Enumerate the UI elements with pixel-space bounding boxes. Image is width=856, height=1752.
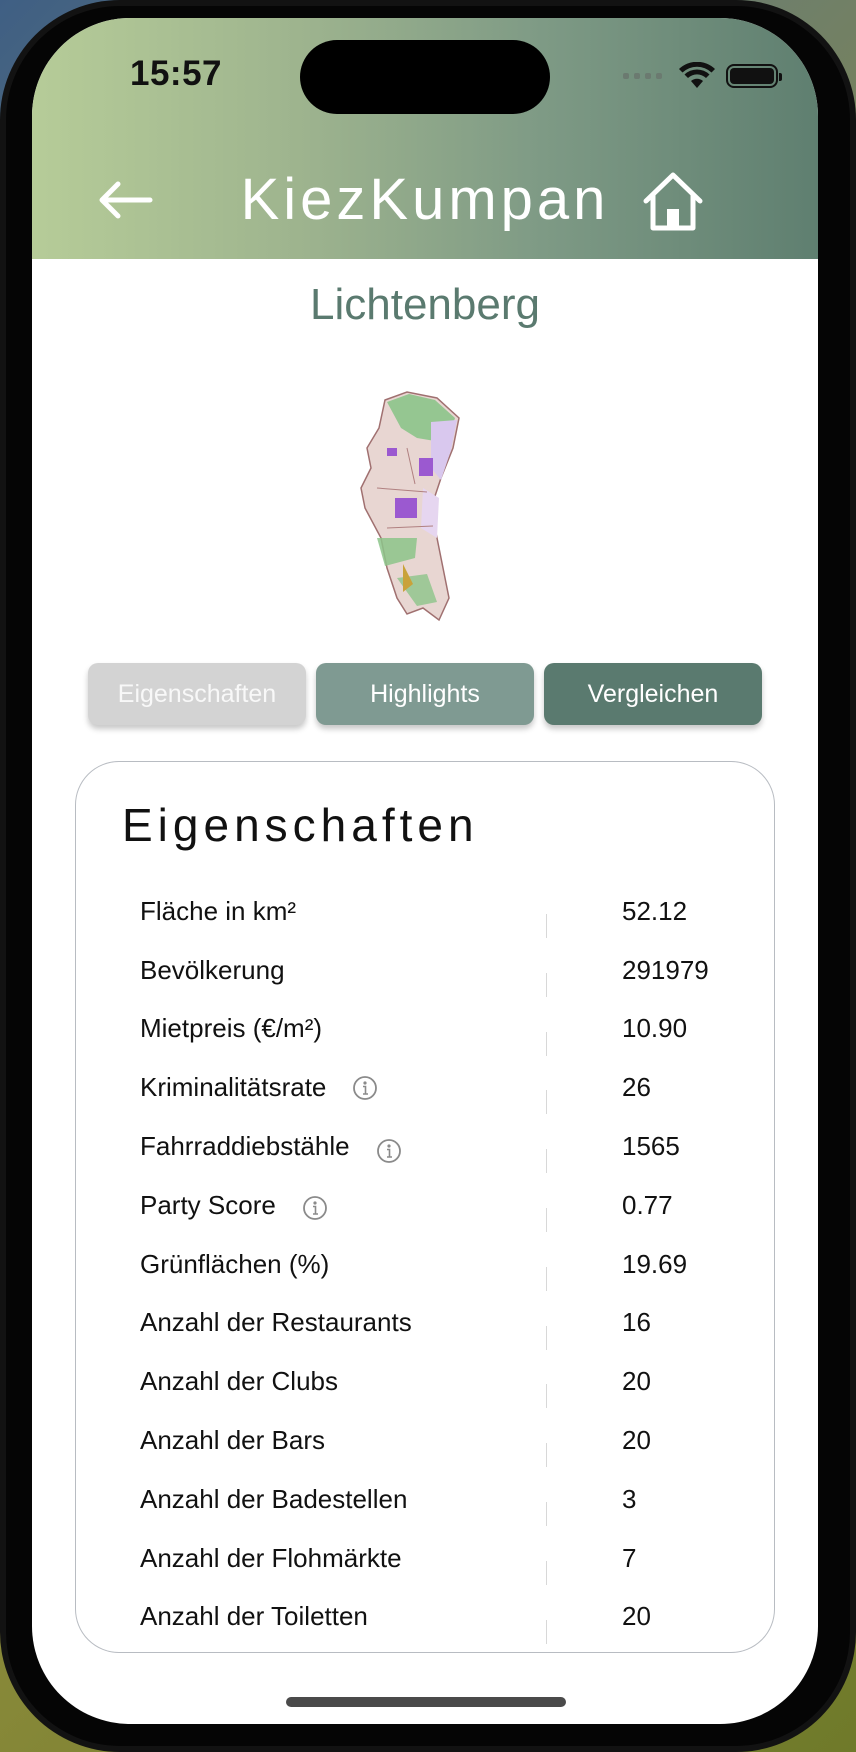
column-divider (546, 914, 547, 938)
wifi-icon (679, 62, 715, 88)
table-row: Bevölkerung 291979 (76, 941, 774, 1000)
row-value: 16 (622, 1307, 651, 1338)
tab-eigenschaften[interactable]: Eigenschaften (88, 663, 306, 725)
properties-title: Eigenschaften (122, 799, 479, 851)
app-header: 15:57 KiezKumpan (32, 18, 818, 259)
table-row: Anzahl der Clubs 20 (76, 1352, 774, 1411)
properties-table: Fläche in km² 52.12 Bevölkerung 291979 M… (76, 882, 774, 1646)
home-indicator[interactable] (286, 1697, 566, 1707)
table-row: Anzahl der Badestellen 3 (76, 1470, 774, 1529)
column-divider (546, 1031, 547, 1056)
row-label: Anzahl der Restaurants (140, 1307, 412, 1338)
district-map-image (360, 391, 460, 622)
table-row: Anzahl der Restaurants 16 (76, 1294, 774, 1353)
column-divider (546, 972, 547, 997)
row-label: Fläche in km² (140, 895, 297, 926)
status-time: 15:57 (130, 54, 223, 93)
table-row: Party Score 0.77 (76, 1176, 774, 1235)
table-row: Anzahl der Flohmärkte 7 (76, 1529, 774, 1588)
battery-icon (726, 64, 782, 88)
table-row: Fahrraddiebstähle 1565 (76, 1117, 774, 1176)
table-row: Anzahl der Bars 20 (76, 1411, 774, 1470)
row-label: Fahrraddiebstähle (140, 1130, 402, 1164)
column-divider (546, 1384, 547, 1409)
row-value: 52.12 (622, 895, 688, 926)
row-label: Party Score (140, 1189, 328, 1221)
info-icon[interactable] (352, 1075, 378, 1101)
column-divider (546, 1266, 547, 1291)
row-value: 0.77 (622, 1189, 673, 1220)
tab-highlights[interactable]: Highlights (316, 663, 534, 725)
table-row: Anzahl der Toiletten 20 (76, 1588, 774, 1647)
row-value: 3 (622, 1483, 637, 1514)
column-divider (546, 1560, 547, 1585)
row-label: Bevölkerung (140, 954, 285, 985)
row-label: Anzahl der Clubs (140, 1366, 338, 1397)
table-row: Kriminalitätsrate 26 (76, 1058, 774, 1117)
row-value: 10.90 (622, 1013, 688, 1044)
table-row: Fläche in km² 52.12 (76, 882, 774, 941)
row-label: Anzahl der Badestellen (140, 1483, 408, 1514)
column-divider (546, 1443, 547, 1468)
column-divider (546, 1149, 547, 1174)
info-icon[interactable] (376, 1138, 402, 1164)
row-label: Anzahl der Bars (140, 1425, 325, 1456)
table-row: Mietpreis (€/m²) 10.90 (76, 1000, 774, 1059)
table-row: Grünflächen (%) 19.69 (76, 1235, 774, 1294)
district-title: Lichtenberg (310, 280, 540, 329)
row-value: 1565 (622, 1131, 680, 1162)
status-icons (623, 62, 782, 90)
row-value: 20 (622, 1425, 651, 1456)
row-value: 20 (622, 1601, 651, 1632)
row-label: Grünflächen (%) (140, 1248, 330, 1279)
row-value: 20 (622, 1366, 651, 1397)
row-value: 26 (622, 1072, 651, 1103)
row-value: 19.69 (622, 1248, 688, 1279)
row-label: Anzahl der Toiletten (140, 1601, 368, 1632)
row-value: 7 (622, 1542, 637, 1573)
column-divider (546, 1325, 547, 1350)
column-divider (546, 1619, 547, 1644)
tab-vergleichen[interactable]: Vergleichen (544, 663, 762, 725)
properties-card: Eigenschaften Fläche in km² 52.12 Bevölk… (75, 761, 775, 1653)
cellular-signal-icon (623, 73, 662, 79)
column-divider (546, 1501, 547, 1526)
app-screen: 15:57 KiezKumpan Lichtenberg Eigenschaft… (32, 18, 818, 1724)
home-icon[interactable] (640, 168, 706, 234)
column-divider (546, 1090, 547, 1115)
dynamic-island (300, 40, 550, 114)
info-icon[interactable] (302, 1195, 328, 1221)
row-label: Kriminalitätsrate (140, 1072, 378, 1103)
row-label: Anzahl der Flohmärkte (140, 1542, 402, 1573)
row-value: 291979 (622, 954, 709, 985)
row-label: Mietpreis (€/m²) (140, 1013, 323, 1044)
column-divider (546, 1207, 547, 1232)
